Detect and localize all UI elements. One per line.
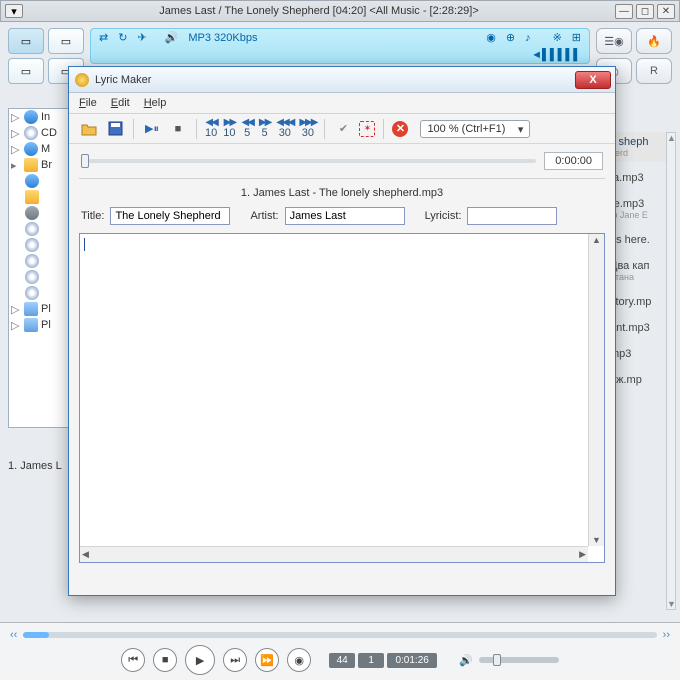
item-icon	[25, 238, 39, 252]
main-title: James Last / The Lonely Shepherd [04:20]…	[23, 5, 615, 17]
list-item[interactable]: as here.	[608, 230, 668, 250]
view-button-1[interactable]: ▭	[8, 28, 44, 54]
skip-button[interactable]: ⏩	[255, 648, 279, 672]
folder-icon	[24, 158, 38, 172]
list-item[interactable]: story.mp	[608, 292, 668, 312]
menubar: File Edit Help	[69, 93, 615, 114]
crossfade-icon: ✈	[137, 31, 146, 44]
zoom-dropdown[interactable]: 100 % (Ctrl+F1)	[420, 120, 530, 138]
repeat-icon: ↻	[118, 31, 127, 44]
seek-fwd-10[interactable]: ▶▶10	[223, 118, 235, 139]
dialog-title: Lyric Maker	[95, 74, 575, 86]
maximize-button[interactable]: ◻	[636, 4, 654, 19]
shuffle-icon: ⇄	[99, 31, 108, 44]
info-panel: ⇄ ↻ ✈ 🔊 MP3 320Kbps ◉⊕♪ ※⊞ ◄▌▌▌▌▌	[90, 28, 590, 64]
toolbar: ▶⏸ ■ ◀◀10 ▶▶10 ◀◀5 ▶▶5 ◀◀◀30 ▶▶▶30 ✔ ✶ ✕…	[69, 114, 615, 144]
check-button[interactable]: ✔	[333, 119, 353, 139]
now-playing-label: 1. James L	[8, 460, 62, 472]
menu-edit[interactable]: Edit	[111, 97, 130, 109]
list-item[interactable]: ent.mp3	[608, 318, 668, 338]
lyric-maker-dialog: Lyric Maker X File Edit Help ▶⏸ ■ ◀◀10 ▶…	[68, 66, 616, 596]
title-label: Title:	[81, 210, 104, 222]
menu-help[interactable]: Help	[144, 97, 167, 109]
progress-bar[interactable]	[23, 632, 656, 638]
item-icon	[25, 222, 39, 236]
eq-button[interactable]: ☰◉	[596, 28, 632, 54]
next-button[interactable]: ⏭	[223, 648, 247, 672]
music-icon	[24, 110, 38, 124]
horizontal-scrollbar[interactable]	[80, 546, 588, 562]
stop-button[interactable]: ■	[168, 119, 188, 139]
volume-icon[interactable]: 🔊	[459, 654, 473, 667]
dialog-titlebar[interactable]: Lyric Maker X	[69, 67, 615, 93]
lyric-textarea[interactable]	[79, 233, 605, 563]
list-item[interactable]: ta.mp3	[608, 168, 668, 188]
rewind-icon[interactable]: ‹‹	[10, 629, 17, 641]
playlist-icon	[24, 318, 38, 332]
cancel-button[interactable]: ✕	[392, 121, 408, 137]
list-item[interactable]: y shephherd	[608, 132, 668, 162]
cd-icon	[24, 126, 38, 140]
lyricist-field[interactable]	[467, 207, 557, 225]
seek-back-10[interactable]: ◀◀10	[205, 118, 217, 139]
music-icon	[24, 142, 38, 156]
playpause-button[interactable]: ▶⏸	[142, 119, 162, 139]
player-bar: ‹‹ ›› ⏮ ■ ▶ ⏭ ⏩ ◉ 44 1 0:01:26 🔊	[0, 622, 680, 680]
artist-label: Artist:	[250, 210, 278, 222]
artist-field[interactable]	[285, 207, 405, 225]
select-button[interactable]: ✶	[359, 121, 375, 137]
save-button[interactable]	[105, 119, 125, 139]
volume-slider[interactable]	[479, 657, 559, 663]
open-button[interactable]	[79, 119, 99, 139]
forward-icon[interactable]: ››	[663, 629, 670, 641]
minimize-button[interactable]: —	[615, 4, 633, 19]
item-icon	[25, 206, 39, 220]
item-icon	[25, 254, 39, 268]
list-item[interactable]: re.mp3ф Jane E	[608, 194, 668, 224]
item-icon	[25, 174, 39, 188]
stop-button[interactable]: ■	[153, 648, 177, 672]
position-time: 0:00:00	[544, 152, 603, 170]
view-button-2[interactable]: ▭	[48, 28, 84, 54]
item-icon	[25, 286, 39, 300]
title-field[interactable]	[110, 207, 230, 225]
vertical-scrollbar[interactable]	[588, 234, 604, 546]
main-titlebar: ▾ James Last / The Lonely Shepherd [04:2…	[0, 0, 680, 22]
playlist-fragment: y shephherd ta.mp3 re.mp3ф Jane E as her…	[608, 132, 668, 396]
list-item[interactable]: mp3	[608, 344, 668, 364]
menu-file[interactable]: File	[79, 97, 97, 109]
dialog-close-button[interactable]: X	[575, 71, 611, 89]
prev-button[interactable]: ⏮	[121, 648, 145, 672]
burn-button[interactable]: 🔥	[636, 28, 672, 54]
song-label: 1. James Last - The lonely shepherd.mp3	[79, 178, 605, 203]
list-item[interactable]: Два капитана	[608, 256, 668, 286]
seek-back-5[interactable]: ◀◀5	[242, 118, 253, 139]
position-slider[interactable]	[81, 159, 536, 163]
r-button[interactable]: R	[636, 58, 672, 84]
display-track: 44	[329, 653, 355, 668]
seek-fwd-30[interactable]: ▶▶▶30	[299, 118, 316, 139]
seek-back-30[interactable]: ◀◀◀30	[276, 118, 293, 139]
play-button[interactable]: ▶	[185, 645, 215, 675]
list-item[interactable]: аж.mp	[608, 370, 668, 390]
item-icon	[25, 270, 39, 284]
pin-icon	[75, 73, 89, 87]
close-button[interactable]: ✕	[657, 4, 675, 19]
lyricist-label: Lyricist:	[425, 210, 462, 222]
record-button[interactable]: ◉	[287, 648, 311, 672]
item-icon	[25, 190, 39, 204]
playlist-icon	[24, 302, 38, 316]
view-button-3[interactable]: ▭	[8, 58, 44, 84]
titlebar-dropdown[interactable]: ▾	[5, 4, 23, 18]
format-label: MP3 320Kbps	[188, 32, 257, 44]
playlist-scrollbar[interactable]	[666, 132, 676, 610]
display-time: 0:01:26	[387, 653, 437, 668]
seek-fwd-5[interactable]: ▶▶5	[259, 118, 270, 139]
display-num: 1	[358, 653, 384, 668]
